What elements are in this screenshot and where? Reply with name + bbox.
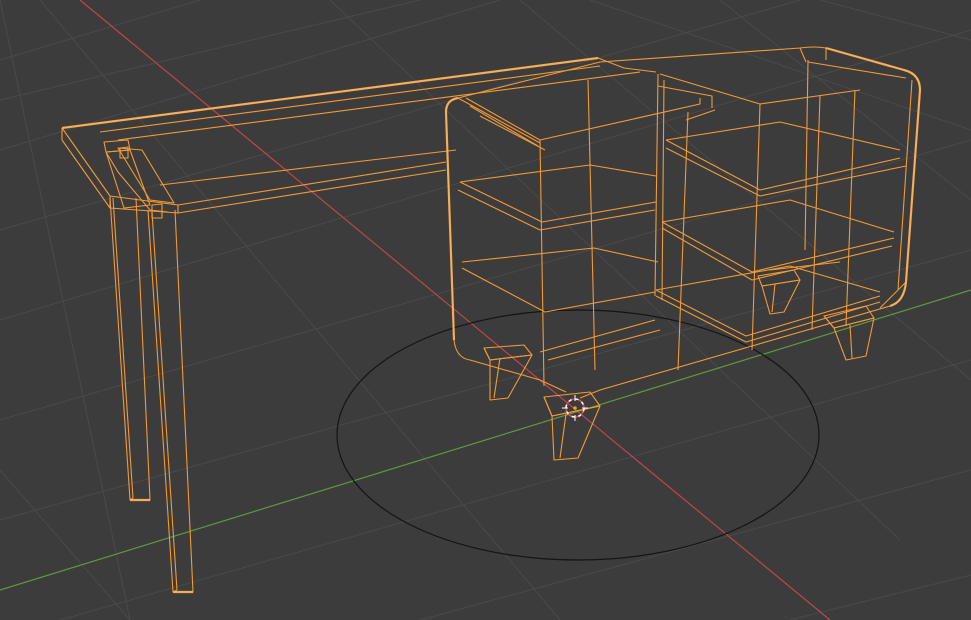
floor-grid — [0, 0, 971, 620]
desktop-slab[interactable] — [61, 57, 657, 214]
x-axis-line — [79, 0, 831, 620]
3d-viewport[interactable] — [0, 0, 971, 620]
cabinet-shelves[interactable] — [457, 121, 907, 361]
desk-object[interactable] — [61, 46, 921, 593]
selection-outline — [61, 46, 922, 594]
desk-legs[interactable] — [103, 139, 194, 593]
viewport-canvas[interactable] — [0, 0, 971, 620]
